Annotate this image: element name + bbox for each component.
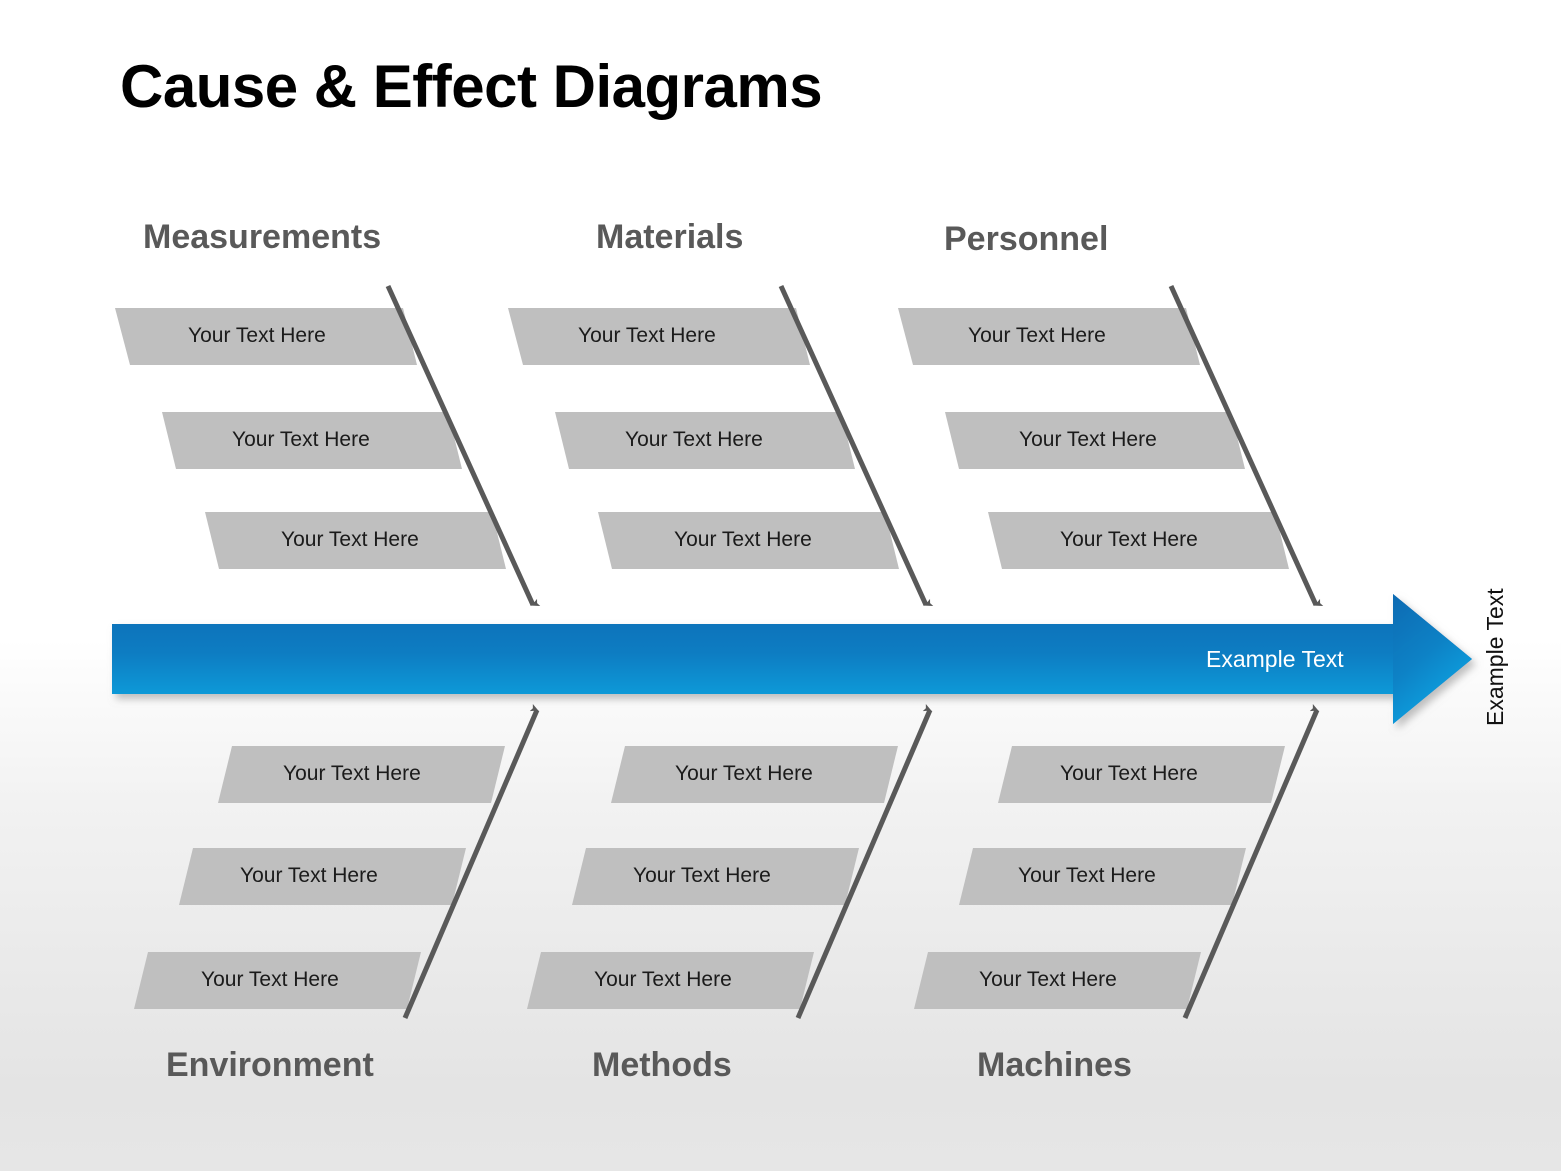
cause-label-text[interactable]: Your Text Here (1060, 763, 1198, 784)
cause-label-text[interactable]: Your Text Here (201, 969, 339, 990)
category-heading-materials: Materials (596, 218, 744, 256)
category-heading-machines: Machines (977, 1046, 1132, 1084)
cause-label-text[interactable]: Your Text Here (979, 969, 1117, 990)
cause-label-text[interactable]: Your Text Here (578, 325, 716, 346)
cause-label-text[interactable]: Your Text Here (625, 429, 763, 450)
cause-label-text[interactable]: Your Text Here (1060, 529, 1198, 550)
cause-label-text[interactable]: Your Text Here (188, 325, 326, 346)
cause-label-text[interactable]: Your Text Here (594, 969, 732, 990)
fishbone-diagram-graphics (112, 284, 1472, 1019)
cause-label-text[interactable]: Your Text Here (968, 325, 1106, 346)
cause-label-text[interactable]: Your Text Here (674, 529, 812, 550)
cause-label-text[interactable]: Your Text Here (1018, 865, 1156, 886)
category-heading-methods: Methods (592, 1046, 732, 1084)
page-title: Cause & Effect Diagrams (120, 53, 823, 120)
category-heading-personnel: Personnel (944, 220, 1109, 258)
cause-label-text[interactable]: Your Text Here (240, 865, 378, 886)
spine-arrow-head (1393, 594, 1472, 724)
cause-label-text[interactable]: Your Text Here (232, 429, 370, 450)
category-heading-environment: Environment (166, 1046, 374, 1084)
cause-label-text[interactable]: Your Text Here (1019, 429, 1157, 450)
cause-label-text[interactable]: Your Text Here (283, 763, 421, 784)
category-heading-measurements: Measurements (143, 218, 382, 256)
cause-label-text[interactable]: Your Text Here (675, 763, 813, 784)
spine-label-text[interactable]: Example Text (1206, 646, 1344, 673)
effect-label-text[interactable]: Example Text (1482, 588, 1509, 726)
cause-label-text[interactable]: Your Text Here (281, 529, 419, 550)
cause-label-text[interactable]: Your Text Here (633, 865, 771, 886)
slide-canvas: Cause & Effect Diagrams Measurements Mat… (0, 0, 1561, 1171)
